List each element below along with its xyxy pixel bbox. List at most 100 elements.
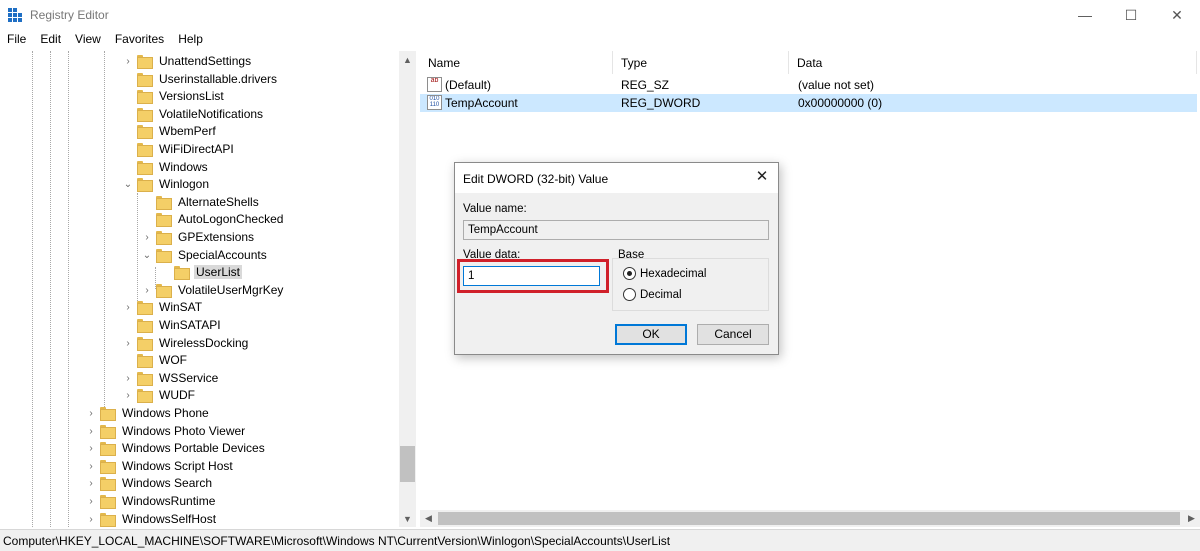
tree-item-label: Windows Search xyxy=(122,476,213,490)
tree-item[interactable]: › WindowsSelfHost xyxy=(86,510,218,527)
tree-item[interactable]: › Windows Phone xyxy=(86,404,211,422)
column-header-type[interactable]: Type xyxy=(613,51,789,74)
tree-item-label: VersionsList xyxy=(159,89,224,103)
tree-item[interactable]: › Windows Script Host xyxy=(86,457,235,475)
collapsed-chevron-icon[interactable]: › xyxy=(123,386,133,404)
radio-checked-icon xyxy=(623,267,636,280)
tree-item-label: Windows xyxy=(159,160,208,174)
value-row-default[interactable]: ab (Default) REG_SZ (value not set) xyxy=(420,76,1197,94)
menu-help[interactable]: Help xyxy=(171,31,210,49)
close-button[interactable]: ✕ xyxy=(1154,0,1200,30)
tree-item[interactable]: › VolatileUserMgrKey xyxy=(142,281,285,299)
cancel-button[interactable]: Cancel xyxy=(697,324,769,345)
list-horizontal-scrollbar[interactable]: ◀ ▶ xyxy=(420,510,1200,527)
folder-icon xyxy=(136,353,153,368)
tree-item[interactable]: VersionsList xyxy=(123,87,226,105)
collapsed-chevron-icon[interactable]: › xyxy=(86,510,96,527)
tree-item-label: Userinstallable.drivers xyxy=(159,72,278,86)
tree-item[interactable]: WinSATAPI xyxy=(123,316,223,334)
tree-item[interactable]: ⌄ SpecialAccounts xyxy=(142,246,269,264)
tree-item[interactable]: WiFiDirectAPI xyxy=(123,140,236,158)
expanded-chevron-icon[interactable]: ⌄ xyxy=(142,246,152,264)
tree-item[interactable]: › WUDF xyxy=(123,386,197,404)
collapsed-chevron-icon[interactable]: › xyxy=(123,334,133,352)
tree-item[interactable]: AutoLogonChecked xyxy=(142,210,285,228)
tree-guide-line xyxy=(50,51,51,527)
tree-item[interactable]: › WirelessDocking xyxy=(123,334,250,352)
collapsed-chevron-icon[interactable]: › xyxy=(142,228,152,246)
value-row-tempaccount[interactable]: 010 110 TempAccount REG_DWORD 0x00000000… xyxy=(420,94,1197,112)
dialog-title: Edit DWORD (32-bit) Value xyxy=(463,172,609,186)
tree-item[interactable]: WbemPerf xyxy=(123,122,218,140)
collapsed-chevron-icon[interactable]: › xyxy=(86,457,96,475)
tree-item[interactable]: › GPExtensions xyxy=(142,228,256,246)
collapsed-chevron-icon[interactable]: › xyxy=(123,52,133,70)
tree-item[interactable]: UserList xyxy=(160,263,243,281)
collapsed-chevron-icon[interactable]: › xyxy=(86,492,96,510)
list-scroll-thumb[interactable] xyxy=(438,512,1180,525)
dialog-close-button[interactable]: ✕ xyxy=(751,168,773,188)
tree-item[interactable]: › WindowsRuntime xyxy=(86,492,217,510)
decimal-radio[interactable]: Decimal xyxy=(623,288,682,301)
menu-file[interactable]: File xyxy=(0,31,33,49)
tree-item[interactable]: VolatileNotifications xyxy=(123,105,265,123)
column-header-data[interactable]: Data xyxy=(789,51,1197,74)
collapsed-chevron-icon[interactable]: › xyxy=(142,281,152,299)
hexadecimal-radio[interactable]: Hexadecimal xyxy=(623,267,706,280)
folder-icon xyxy=(155,230,172,245)
tree-item[interactable]: › WinSAT xyxy=(123,298,204,316)
tree-item-label: Windows Photo Viewer xyxy=(122,424,246,438)
tree-item[interactable]: AlternateShells xyxy=(142,193,261,211)
tree-item[interactable]: › UnattendSettings xyxy=(123,52,253,70)
tree-item-label: WOF xyxy=(159,353,187,367)
folder-icon xyxy=(99,494,116,509)
tree-vertical-scrollbar[interactable]: ▲ ▼ xyxy=(399,51,416,527)
folder-icon xyxy=(136,107,153,122)
collapsed-chevron-icon[interactable]: › xyxy=(123,369,133,387)
value-data: 0x00000000 (0) xyxy=(798,96,883,110)
tree-item[interactable]: ⌄ Winlogon xyxy=(123,175,211,193)
minimize-button[interactable]: — xyxy=(1062,0,1108,30)
folder-icon xyxy=(136,142,153,157)
column-header-name[interactable]: Name xyxy=(420,51,613,74)
tree-item-label: Windows Portable Devices xyxy=(122,441,265,455)
expanded-chevron-icon[interactable]: ⌄ xyxy=(123,175,133,193)
folder-icon xyxy=(136,72,153,87)
collapsed-chevron-icon[interactable]: › xyxy=(86,474,96,492)
ok-button[interactable]: OK xyxy=(615,324,687,345)
collapsed-chevron-icon[interactable]: › xyxy=(123,298,133,316)
tree-item-label: Windows Script Host xyxy=(122,459,233,473)
tree-item[interactable]: › Windows Portable Devices xyxy=(86,439,267,457)
collapsed-chevron-icon[interactable]: › xyxy=(86,439,96,457)
registry-editor-icon xyxy=(8,8,24,24)
folder-icon xyxy=(136,388,153,403)
tree-item[interactable]: › Windows Search xyxy=(86,474,214,492)
tree-item[interactable]: Windows xyxy=(123,158,210,176)
tree-item-label: UserList xyxy=(194,265,243,279)
radio-unchecked-icon xyxy=(623,288,636,301)
scroll-left-arrow-icon[interactable]: ◀ xyxy=(420,510,437,527)
folder-icon xyxy=(99,441,116,456)
tree-item-label: WindowsRuntime xyxy=(122,494,216,508)
menu-favorites[interactable]: Favorites xyxy=(108,31,171,49)
menu-view[interactable]: View xyxy=(68,31,108,49)
hexadecimal-label: Hexadecimal xyxy=(640,267,707,280)
tree-item[interactable]: Userinstallable.drivers xyxy=(123,70,279,88)
tree-item[interactable]: WOF xyxy=(123,351,189,369)
scroll-up-arrow-icon[interactable]: ▲ xyxy=(399,51,416,68)
tree-item[interactable]: › WSService xyxy=(123,369,220,387)
menu-edit[interactable]: Edit xyxy=(33,31,68,49)
key-tree[interactable]: › UnattendSettings Userinstallable.drivers… xyxy=(0,51,416,527)
scroll-down-arrow-icon[interactable]: ▼ xyxy=(399,510,416,527)
maximize-button[interactable]: ☐ xyxy=(1108,0,1154,30)
scroll-right-arrow-icon[interactable]: ▶ xyxy=(1183,510,1200,527)
tree-scroll-thumb[interactable] xyxy=(400,446,415,482)
tree-item[interactable]: › Windows Photo Viewer xyxy=(86,422,247,440)
collapsed-chevron-icon[interactable]: › xyxy=(86,422,96,440)
collapsed-chevron-icon[interactable]: › xyxy=(86,404,96,422)
